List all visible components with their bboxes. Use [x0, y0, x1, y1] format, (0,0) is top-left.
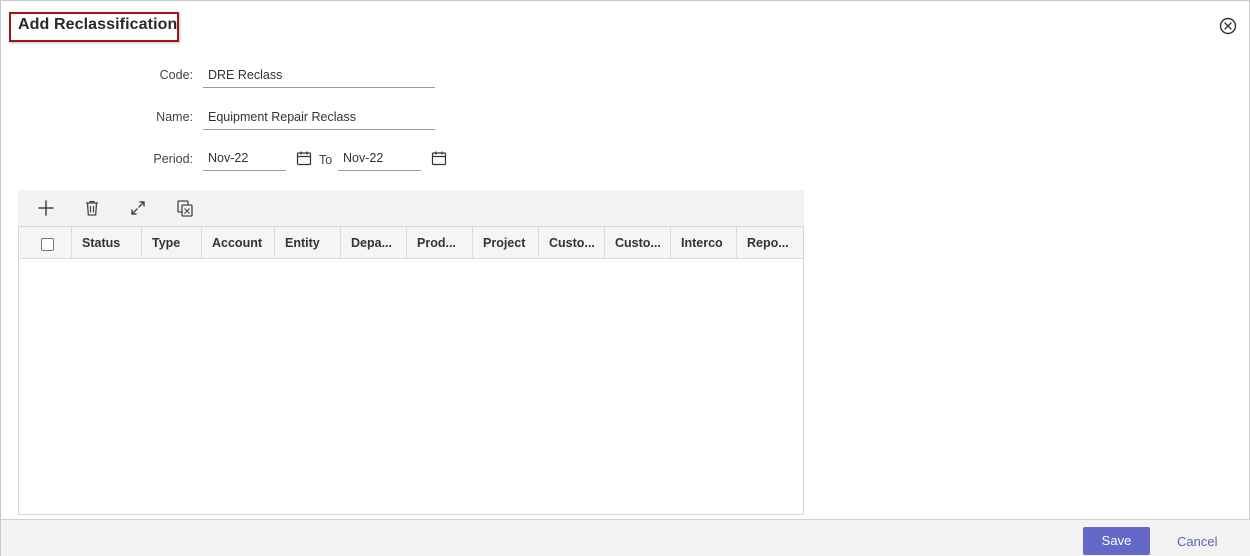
column-header-entity[interactable]: Entity: [275, 227, 341, 259]
grid-header: Status Type Account Entity Depa... Prod.…: [19, 227, 803, 259]
column-header-product[interactable]: Prod...: [407, 227, 473, 259]
column-header-interco[interactable]: Interco: [671, 227, 737, 259]
name-label: Name:: [156, 110, 193, 124]
grid-body-empty: [19, 260, 803, 514]
cancel-button[interactable]: Cancel: [1177, 534, 1217, 549]
column-header-customer-2[interactable]: Custo...: [605, 227, 671, 259]
save-button[interactable]: Save: [1083, 527, 1150, 555]
delete-icon[interactable]: [82, 198, 102, 218]
code-field[interactable]: DRE Reclass: [203, 66, 435, 88]
code-label: Code:: [159, 68, 193, 82]
column-header-project[interactable]: Project: [473, 227, 539, 259]
dialog-footer: [1, 519, 1250, 556]
period-to-label: To: [319, 153, 333, 167]
grid-toolbar: [18, 190, 804, 226]
calendar-icon[interactable]: [296, 150, 312, 166]
period-from-field[interactable]: Nov-22: [203, 149, 286, 171]
column-header-department[interactable]: Depa...: [341, 227, 407, 259]
column-header-type[interactable]: Type: [142, 227, 202, 259]
column-header-account[interactable]: Account: [202, 227, 275, 259]
dialog-title: Add Reclassification: [18, 16, 178, 33]
expand-icon[interactable]: [128, 198, 148, 218]
calendar-icon[interactable]: [431, 150, 447, 166]
period-label: Period:: [153, 152, 193, 166]
period-to-field[interactable]: Nov-22: [338, 149, 421, 171]
add-icon[interactable]: [36, 198, 56, 218]
column-header-customer-1[interactable]: Custo...: [539, 227, 605, 259]
column-header-status[interactable]: Status: [72, 227, 142, 259]
copy-icon[interactable]: [175, 198, 195, 218]
add-reclassification-dialog: Add Reclassification Code: DRE Reclass N…: [0, 0, 1250, 556]
select-all-column: [19, 227, 72, 259]
close-icon[interactable]: [1219, 17, 1237, 35]
reclassification-grid: Status Type Account Entity Depa... Prod.…: [18, 226, 804, 515]
name-field[interactable]: Equipment Repair Reclass: [203, 108, 435, 130]
select-all-checkbox[interactable]: [41, 238, 54, 251]
column-header-reporting[interactable]: Repo...: [737, 227, 803, 259]
